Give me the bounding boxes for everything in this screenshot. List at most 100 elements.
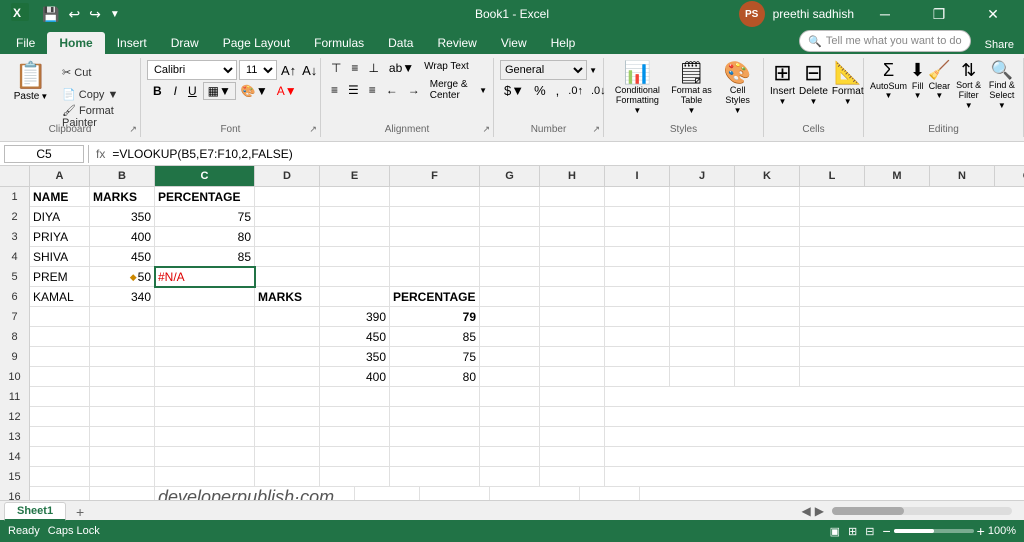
cell-j5[interactable] [670,267,735,287]
bold-btn[interactable]: B [147,82,168,100]
number-format-select[interactable]: General [500,60,587,80]
cell-e8[interactable]: 450 [320,327,390,347]
minimize-btn[interactable]: ─ [862,0,908,28]
cell-k1[interactable] [735,187,800,207]
cell-f16[interactable] [490,487,580,500]
row-num-14[interactable]: 14 [0,447,30,467]
cell-d3[interactable] [255,227,320,247]
col-header-d[interactable]: D [255,166,320,186]
cell-i7[interactable] [605,307,670,327]
cell-f14[interactable] [390,447,480,467]
col-header-e[interactable]: E [320,166,390,186]
cell-d11[interactable] [255,387,320,407]
clipboard-expand[interactable]: ↗ [129,124,137,135]
cell-j10[interactable] [670,367,735,387]
cell-g12[interactable] [480,407,540,427]
cell-c4[interactable]: 85 [155,247,255,267]
underline-btn[interactable]: U [183,83,202,99]
cell-b15[interactable] [90,467,155,487]
row-num-13[interactable]: 13 [0,427,30,447]
cell-h8[interactable] [540,327,605,347]
cell-a13[interactable] [30,427,90,447]
cell-g13[interactable] [480,427,540,447]
cell-a14[interactable] [30,447,90,467]
cell-c7[interactable] [155,307,255,327]
cell-k9[interactable] [735,347,800,367]
tab-home[interactable]: Home [47,32,104,54]
cell-e11[interactable] [320,387,390,407]
cell-j4[interactable] [670,247,735,267]
copy-btn[interactable]: 📄 Copy ▼ [58,84,134,104]
col-header-m[interactable]: M [865,166,930,186]
cell-d15[interactable] [255,467,320,487]
tab-draw[interactable]: Draw [159,32,211,54]
cell-g9[interactable] [480,347,540,367]
tab-pagelayout[interactable]: Page Layout [211,32,302,54]
cell-e2[interactable] [320,207,390,227]
fill-color-btn[interactable]: 🎨▼ [237,83,272,99]
cell-d13[interactable] [255,427,320,447]
cell-g1[interactable] [480,187,540,207]
col-header-g[interactable]: G [480,166,540,186]
cell-b11[interactable] [90,387,155,407]
cell-d10[interactable] [255,367,320,387]
cell-i5[interactable] [605,267,670,287]
cell-i6[interactable] [605,287,670,307]
cell-f3[interactable] [390,227,480,247]
clear-btn[interactable]: 🧹 Clear ▼ [928,60,950,100]
font-color-btn[interactable]: A▼ [273,83,301,99]
cell-c1[interactable]: PERCENTAGE [155,187,255,207]
cell-a12[interactable] [30,407,90,427]
cell-d16[interactable] [355,487,420,500]
decrease-font-btn[interactable]: A↓ [300,62,319,79]
insert-btn[interactable]: ⊞ Insert ▼ [770,60,795,106]
merge-btn[interactable]: Merge & Center [426,78,477,102]
cell-e1[interactable] [320,187,390,207]
cell-c14[interactable] [155,447,255,467]
number-expand[interactable]: ↗ [592,124,600,135]
row-num-1[interactable]: 1 [0,187,30,207]
col-header-n[interactable]: N [930,166,995,186]
cell-h14[interactable] [540,447,605,467]
cell-f2[interactable] [390,207,480,227]
cell-a4[interactable]: SHIVA [30,247,90,267]
align-left-btn[interactable]: ≡ [327,82,342,98]
cell-k5[interactable] [735,267,800,287]
name-box[interactable]: C5 [4,145,84,163]
cell-h11[interactable] [540,387,605,407]
font-size-select[interactable]: 11 [239,60,277,80]
cell-k2[interactable] [735,207,800,227]
cell-c11[interactable] [155,387,255,407]
cell-f10[interactable]: 80 [390,367,480,387]
cell-i3[interactable] [605,227,670,247]
row-num-3[interactable]: 3 [0,227,30,247]
cell-a2[interactable]: DIYA [30,207,90,227]
merge-dropdown[interactable]: ▼ [479,86,487,95]
cell-h6[interactable] [540,287,605,307]
cell-b9[interactable] [90,347,155,367]
cell-b5[interactable]: ◆50 [90,267,155,287]
cell-g6[interactable] [480,287,540,307]
cell-g8[interactable] [480,327,540,347]
row-num-5[interactable]: 5 [0,267,30,287]
row-num-6[interactable]: 6 [0,287,30,307]
scroll-right-btn[interactable]: ▶ [815,504,824,518]
col-header-l[interactable]: L [800,166,865,186]
cell-h12[interactable] [540,407,605,427]
cell-k10[interactable] [735,367,800,387]
cell-f8[interactable]: 85 [390,327,480,347]
cell-b4[interactable]: 450 [90,247,155,267]
cell-k8[interactable] [735,327,800,347]
cell-i9[interactable] [605,347,670,367]
cell-d8[interactable] [255,327,320,347]
zoom-bar[interactable] [894,529,974,533]
cell-f4[interactable] [390,247,480,267]
tab-formulas[interactable]: Formulas [302,32,376,54]
cell-c9[interactable] [155,347,255,367]
cell-k6[interactable] [735,287,800,307]
align-bottom-btn[interactable]: ⊥ [364,60,382,76]
cell-g11[interactable] [480,387,540,407]
cell-j3[interactable] [670,227,735,247]
col-header-a[interactable]: A [30,166,90,186]
row-num-16[interactable]: 16 [0,487,30,500]
